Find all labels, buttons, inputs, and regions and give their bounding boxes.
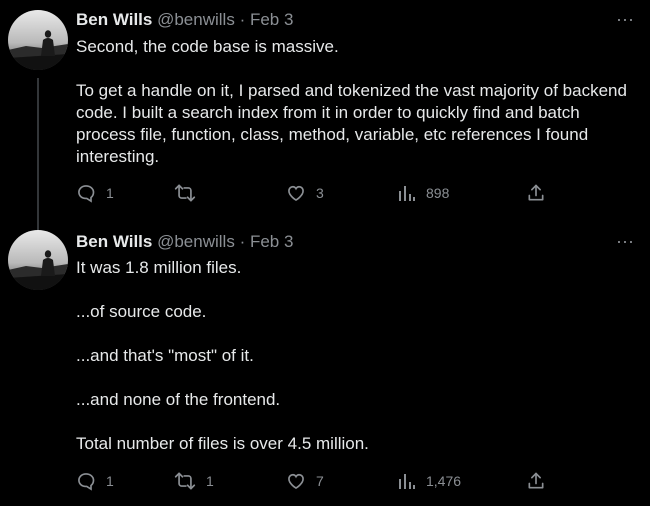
- retweet-count: 1: [206, 473, 214, 489]
- share-icon: [526, 183, 546, 203]
- tweet-header: Ben Wills @benwills · Feb 3: [76, 9, 293, 31]
- separator-dot: ·: [239, 232, 246, 251]
- tweet-paragraph: ...of source code.: [76, 302, 207, 321]
- tweet-text: It was 1.8 million files. ...of source c…: [76, 257, 636, 455]
- like-button[interactable]: 3: [286, 181, 324, 205]
- heart-icon: [286, 183, 306, 203]
- tweet-paragraph: Second, the code base is massive.: [76, 37, 339, 56]
- views-button[interactable]: 898: [398, 181, 449, 205]
- tweet-paragraph: Total number of files is over 4.5 millio…: [76, 434, 369, 453]
- reply-icon: [76, 471, 96, 491]
- heart-icon: [286, 471, 306, 491]
- retweet-icon: [174, 183, 196, 203]
- tweet-paragraph: ...and none of the frontend.: [76, 390, 281, 409]
- views-button[interactable]: 1,476: [398, 469, 461, 493]
- author-name[interactable]: Ben Wills: [76, 10, 152, 29]
- share-button[interactable]: [526, 469, 546, 493]
- tweet-header: Ben Wills @benwills · Feb 3: [76, 231, 293, 253]
- reply-button[interactable]: 1: [76, 469, 114, 493]
- author-handle[interactable]: @benwills: [157, 10, 235, 29]
- reply-button[interactable]: 1: [76, 181, 114, 205]
- reply-count: 1: [106, 185, 114, 201]
- tweet-paragraph: ...and that's "most" of it.: [76, 346, 254, 365]
- author-handle[interactable]: @benwills: [157, 232, 235, 251]
- views-count: 898: [426, 185, 450, 201]
- retweet-button[interactable]: 1: [174, 469, 214, 493]
- tweet-paragraph: It was 1.8 million files.: [76, 258, 242, 277]
- tweet-date[interactable]: Feb 3: [250, 232, 293, 251]
- retweet-icon: [174, 471, 196, 491]
- author-name[interactable]: Ben Wills: [76, 232, 152, 251]
- reply-icon: [76, 183, 96, 203]
- tweet-paragraph: To get a handle on it, I parsed and toke…: [76, 81, 627, 166]
- reply-count: 1: [106, 473, 114, 489]
- tweet[interactable]: Ben Wills @benwills · Feb 3 ··· It was 1…: [0, 222, 650, 506]
- share-icon: [526, 471, 546, 491]
- like-button[interactable]: 7: [286, 469, 324, 493]
- like-count: 3: [316, 185, 324, 201]
- tweet-actions: 1 3 898: [76, 181, 556, 205]
- avatar[interactable]: [8, 10, 68, 70]
- tweet-text: Second, the code base is massive. To get…: [76, 36, 636, 168]
- views-chart-icon: [398, 472, 416, 490]
- tweet[interactable]: Ben Wills @benwills · Feb 3 ··· Second, …: [0, 0, 650, 238]
- retweet-button[interactable]: [174, 181, 206, 205]
- views-chart-icon: [398, 184, 416, 202]
- avatar[interactable]: [8, 230, 68, 290]
- tweet-actions: 1 1 7 1,476: [76, 469, 556, 493]
- like-count: 7: [316, 473, 324, 489]
- thread-connector: [37, 78, 39, 238]
- views-count: 1,476: [426, 473, 462, 489]
- more-dots-icon[interactable]: ···: [616, 10, 634, 28]
- tweet-date[interactable]: Feb 3: [250, 10, 293, 29]
- separator-dot: ·: [239, 10, 246, 29]
- share-button[interactable]: [526, 181, 546, 205]
- more-dots-icon[interactable]: ···: [616, 232, 634, 250]
